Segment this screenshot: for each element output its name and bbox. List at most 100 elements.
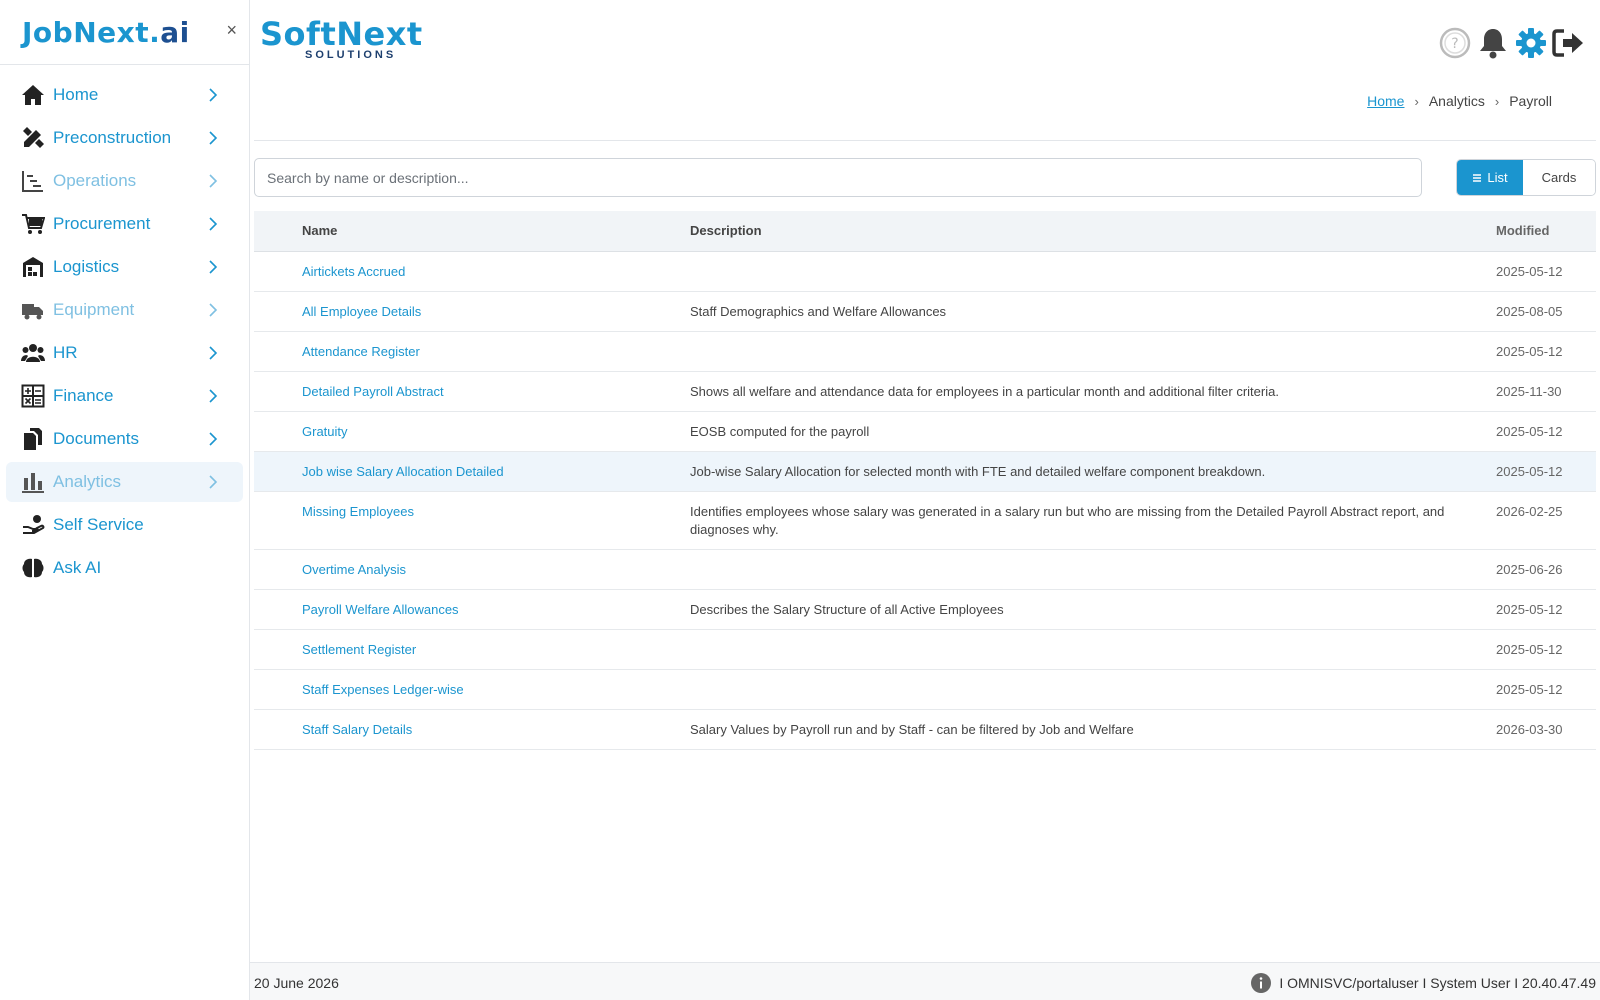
sidebar-item-ask-ai[interactable]: Ask AI — [6, 548, 243, 588]
sidebar-item-operations[interactable]: Operations — [6, 161, 243, 201]
report-name-link[interactable]: Attendance Register — [302, 344, 420, 359]
session-text: I OMNISVC/portaluser I System User I 20.… — [1279, 975, 1596, 991]
report-name-link[interactable]: Staff Expenses Ledger-wise — [302, 682, 464, 697]
report-description: Identifies employees whose salary was ge… — [690, 491, 1496, 550]
sidebar-item-label: Equipment — [53, 300, 135, 319]
report-modified: 2026-03-30 — [1496, 709, 1596, 750]
table-row[interactable]: Staff Expenses Ledger-wise 2025-05-12 — [254, 669, 1596, 710]
sidebar-item-analytics[interactable]: Analytics — [6, 462, 243, 502]
report-modified: 2025-05-12 — [1496, 589, 1596, 630]
sidebar-item-self-service[interactable]: Self Service — [6, 505, 243, 545]
info-icon[interactable] — [1251, 973, 1272, 993]
report-name-link[interactable]: All Employee Details — [302, 304, 421, 319]
footer-session-info: I OMNISVC/portaluser I System User I 20.… — [1251, 973, 1596, 993]
report-name-link[interactable]: Gratuity — [302, 424, 348, 439]
hand-icon — [20, 512, 46, 538]
chevron-right-icon — [209, 174, 218, 188]
gear-icon[interactable] — [1514, 26, 1548, 60]
chevron-right-icon — [209, 303, 218, 317]
breadcrumb: Home › Analytics › Payroll — [1367, 93, 1552, 109]
sidebar-item-label: Analytics — [53, 472, 122, 491]
report-description: Job-wise Salary Allocation for selected … — [690, 451, 1496, 492]
sidebar-item-documents[interactable]: Documents — [6, 419, 243, 459]
sidebar-item-home[interactable]: Home — [6, 75, 243, 115]
table-row[interactable]: Missing Employees Identifies employees wh… — [254, 491, 1596, 550]
table-row[interactable]: Gratuity EOSB computed for the payroll 202… — [254, 411, 1596, 452]
sidebar-item-label: Procurement — [53, 214, 151, 233]
table-row[interactable]: Attendance Register 2025-05-12 — [254, 331, 1596, 372]
breadcrumb-home-link[interactable]: Home — [1367, 93, 1404, 109]
sidebar-item-equipment[interactable]: Equipment — [6, 290, 243, 330]
sidebar-item-label: Self Service — [53, 515, 144, 534]
list-icon — [1473, 173, 1482, 182]
report-description: Salary Values by Payroll run and by Staf… — [690, 709, 1496, 750]
report-modified: 2026-02-25 — [1496, 491, 1596, 550]
column-header-modified[interactable]: Modified — [1496, 211, 1596, 252]
report-name-link[interactable]: Detailed Payroll Abstract — [302, 384, 444, 399]
report-name-link[interactable]: Payroll Welfare Allowances — [302, 602, 459, 617]
sidebar: JobNext.ai × Home Preconstruction Operat… — [0, 0, 250, 1000]
report-name-link[interactable]: Staff Salary Details — [302, 722, 412, 737]
reports-table: Name Description Modified Airtickets Acc… — [254, 211, 1596, 750]
report-modified: 2025-05-12 — [1496, 669, 1596, 710]
sidebar-item-preconstruction[interactable]: Preconstruction — [6, 118, 243, 158]
report-modified: 2025-05-12 — [1496, 251, 1596, 292]
report-toolbar: List Cards — [254, 158, 1596, 197]
table-row[interactable]: Detailed Payroll Abstract Shows all welfa… — [254, 371, 1596, 412]
report-description: Staff Demographics and Welfare Allowance… — [690, 291, 1496, 332]
sidebar-item-procurement[interactable]: Procurement — [6, 204, 243, 244]
softnext-logo[interactable]: SoftNext SOLUTIONS — [260, 16, 423, 61]
table-row[interactable]: Overtime Analysis 2025-06-26 — [254, 549, 1596, 590]
search-input[interactable] — [254, 158, 1422, 197]
report-modified: 2025-08-05 — [1496, 291, 1596, 332]
logout-icon[interactable] — [1552, 26, 1586, 60]
chevron-right-icon — [209, 217, 218, 231]
table-row[interactable]: Staff Salary Details Salary Values by Pay… — [254, 709, 1596, 750]
column-header-description[interactable]: Description — [690, 211, 1496, 252]
table-row[interactable]: All Employee Details Staff Demographics a… — [254, 291, 1596, 332]
list-view-label: List — [1487, 170, 1508, 185]
report-description: Describes the Salary Structure of all Ac… — [690, 589, 1496, 630]
sidebar-item-logistics[interactable]: Logistics — [6, 247, 243, 287]
report-description — [690, 629, 1496, 670]
table-row-highlighted[interactable]: Job wise Salary Allocation Detailed Job-w… — [254, 451, 1596, 492]
sidebar-brand: JobNext.ai × — [0, 0, 249, 65]
jobnext-logo[interactable]: JobNext.ai — [22, 16, 190, 49]
report-description — [690, 331, 1496, 372]
report-name-link[interactable]: Missing Employees — [302, 504, 414, 519]
people-icon — [20, 340, 46, 366]
sidebar-item-label: HR — [53, 343, 78, 362]
report-name-link[interactable]: Settlement Register — [302, 642, 416, 657]
table-row[interactable]: Payroll Welfare Allowances Describes the … — [254, 589, 1596, 630]
chevron-right-icon — [209, 131, 218, 145]
sidebar-item-label: Ask AI — [53, 558, 102, 577]
list-view-button[interactable]: List — [1457, 160, 1523, 195]
sidebar-item-finance[interactable]: Finance — [6, 376, 243, 416]
cart-icon — [20, 211, 46, 237]
table-row[interactable]: Airtickets Accrued 2025-05-12 — [254, 251, 1596, 292]
report-name-link[interactable]: Airtickets Accrued — [302, 264, 405, 279]
report-description: Shows all welfare and attendance data fo… — [690, 371, 1496, 412]
cards-view-button[interactable]: Cards — [1523, 160, 1595, 195]
sidebar-item-label: Home — [53, 85, 99, 104]
report-modified: 2025-05-12 — [1496, 411, 1596, 452]
sidebar-item-hr[interactable]: HR — [6, 333, 243, 373]
footer-date: 20 June 2026 — [254, 975, 339, 991]
chevron-right-icon — [209, 346, 218, 360]
chevron-right-icon — [209, 88, 218, 102]
table-row[interactable]: Settlement Register 2025-05-12 — [254, 629, 1596, 670]
report-modified: 2025-05-12 — [1496, 331, 1596, 372]
bell-icon[interactable] — [1476, 26, 1510, 60]
column-header-name[interactable]: Name — [254, 211, 690, 252]
report-name-link[interactable]: Job wise Salary Allocation Detailed — [302, 464, 504, 479]
gantt-icon — [20, 168, 46, 194]
report-name-link[interactable]: Overtime Analysis — [302, 562, 406, 577]
help-icon[interactable]: ? — [1438, 26, 1472, 60]
sidebar-item-label: Finance — [53, 386, 114, 405]
calculator-icon — [20, 383, 46, 409]
top-bar: SoftNext SOLUTIONS ? — [250, 0, 1600, 90]
table-body: Airtickets Accrued 2025-05-12 All Employe… — [254, 251, 1596, 750]
brand-name: SoftNext — [260, 15, 423, 53]
truck-icon — [20, 297, 46, 323]
close-sidebar-button[interactable]: × — [226, 20, 237, 41]
